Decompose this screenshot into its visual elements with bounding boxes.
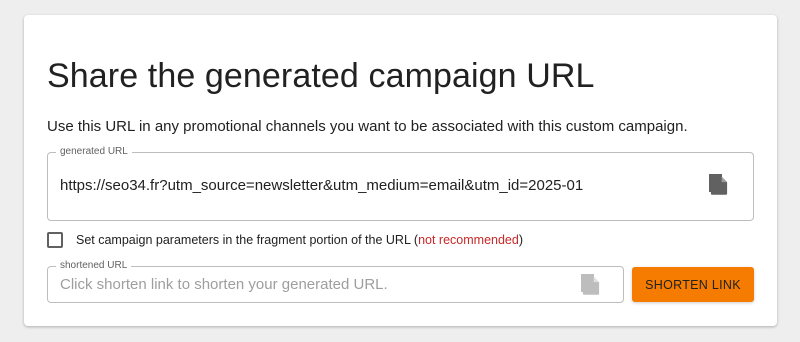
fragment-option-row[interactable]: Set campaign parameters in the fragment … — [47, 231, 523, 249]
card-description: Use this URL in any promotional channels… — [47, 118, 688, 135]
not-recommended-warning: not recommended — [418, 233, 519, 247]
shortened-url-field[interactable]: shortened URL Click shorten link to shor… — [47, 260, 624, 303]
shortened-url-legend: shortened URL — [56, 260, 132, 272]
copy-icon[interactable] — [581, 274, 603, 298]
generated-url-legend: generated URL — [56, 146, 132, 158]
shortened-url-placeholder[interactable]: Click shorten link to shorten your gener… — [60, 276, 388, 293]
fragment-checkbox-label[interactable]: Set campaign parameters in the fragment … — [76, 233, 523, 247]
generated-url-field[interactable]: generated URL https://seo34.fr?utm_sourc… — [47, 146, 754, 221]
shorten-link-button[interactable]: Shorten link — [632, 267, 754, 302]
share-url-card: Share the generated campaign URL Use thi… — [24, 15, 777, 326]
copy-icon[interactable] — [709, 174, 731, 198]
generated-url-value[interactable]: https://seo34.fr?utm_source=newsletter&u… — [60, 177, 583, 194]
card-title: Share the generated campaign URL — [47, 57, 595, 95]
fragment-checkbox[interactable] — [47, 232, 63, 248]
